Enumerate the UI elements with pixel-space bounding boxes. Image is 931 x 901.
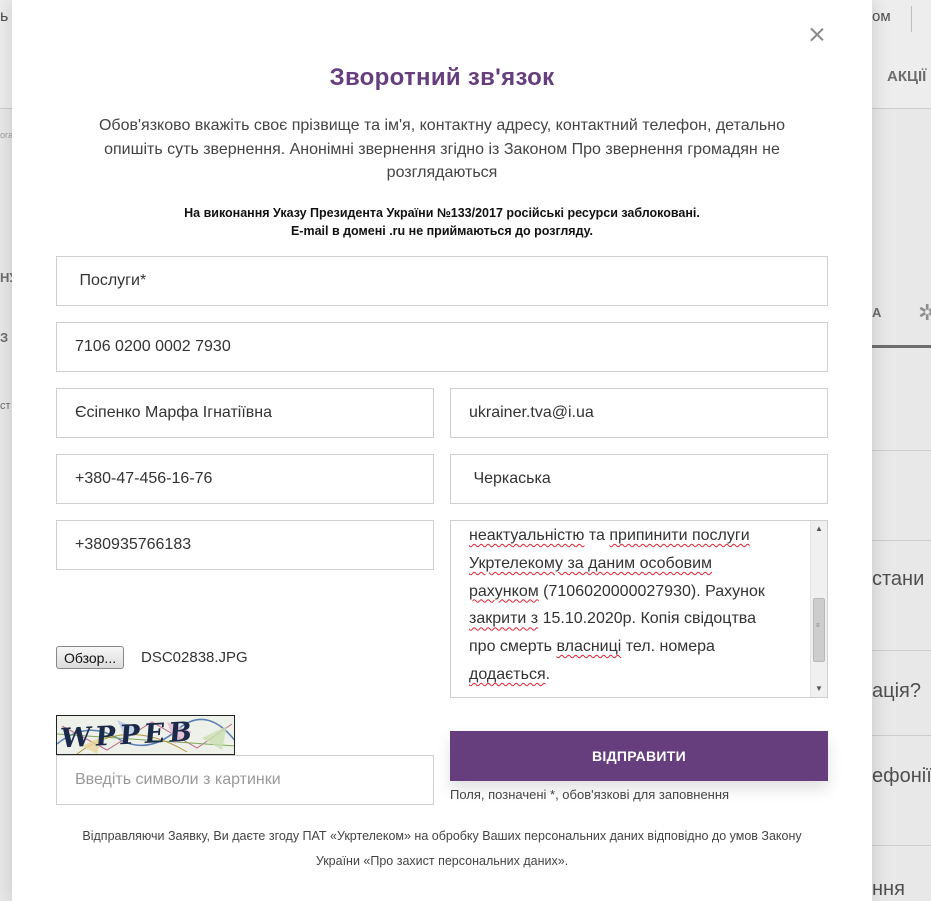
full-name-value: Єсіпенко Марфа Ігнатіївна [75, 404, 273, 421]
message-word: . [545, 665, 551, 683]
message-word: 15.10.2020р. Копія свідоцтва [538, 610, 756, 628]
notice-line-2: E-mail в домені .ru не приймаються до ро… [290, 224, 594, 238]
message-word: тел. номера [621, 638, 715, 656]
ru-domain-notice: На виконання Указу Президента України №1… [72, 204, 812, 240]
consent-text: Відправляючи Заявку, Ви даєте згоду ПАТ … [52, 824, 832, 873]
message-line: неактуальністю та припинити послуги [469, 522, 799, 550]
message-word: Укртелекому за [469, 554, 589, 572]
mobile-phone-value: +380935766183 [75, 536, 192, 553]
message-word: неактуальністю [469, 527, 585, 544]
modal-description: Обов'язково вкажіть своє прізвище та ім'… [98, 117, 785, 181]
account-number-value: 7106 0200 0002 7930 [75, 338, 231, 355]
message-word: рахунком [469, 582, 539, 600]
message-word: даним особовим [588, 554, 713, 572]
required-fields-note: Поля, позначені *, обов'язкові для запов… [450, 787, 730, 802]
scroll-up-arrow-icon[interactable]: ▲ [811, 521, 827, 537]
mobile-phone-input[interactable]: +380935766183 [56, 520, 434, 570]
service-select[interactable]: Послуги* [56, 256, 828, 306]
scroll-down-arrow-icon[interactable]: ▼ [811, 681, 827, 697]
scrollbar-thumb[interactable]: ≡ [813, 598, 825, 662]
account-number-input[interactable]: 7106 0200 0002 7930 [56, 322, 828, 372]
message-line: додається. [469, 661, 799, 689]
message-line: закрити з 15.10.2020р. Копія свідоцтва [469, 605, 799, 633]
modal-title: Зворотний зв'язок [329, 64, 555, 91]
message-word: додається [469, 665, 546, 683]
selected-file-name: DSC02838.JPG [141, 649, 248, 666]
message-word: припинити послуги [609, 527, 750, 544]
message-word: (7106020000027930). Рахунок [538, 582, 765, 600]
message-text: неактуальністю та припинити послуги Укрт… [469, 521, 799, 689]
full-name-input[interactable]: Єсіпенко Марфа Ігнатіївна [56, 388, 434, 438]
consent-line-1: Відправляючи Заявку, Ви даєте згоду ПАТ … [82, 829, 802, 843]
message-scrollbar[interactable]: ▲ ≡ ▼ [810, 521, 827, 697]
close-icon[interactable] [807, 24, 827, 44]
grip-icon: ≡ [816, 623, 820, 629]
message-line: рахунком (7106020000027930). Рахунок [469, 578, 799, 606]
message-word: та [584, 527, 610, 544]
email-input[interactable]: ukrainer.tva@i.ua [450, 388, 828, 438]
captcha-input[interactable]: Введіть символи з картинки [56, 755, 434, 805]
message-textarea[interactable]: неактуальністю та припинити послуги Укрт… [450, 520, 828, 698]
captcha-image: WPPEB [56, 715, 235, 755]
message-line: Укртелекому за даним особовим [469, 550, 799, 578]
email-value: ukrainer.tva@i.ua [469, 404, 594, 421]
phone-input[interactable]: +380-47-456-16-76 [56, 454, 434, 504]
message-word: закрити з [469, 610, 539, 628]
phone-value: +380-47-456-16-76 [75, 470, 213, 487]
submit-button[interactable]: ВІДПРАВИТИ [450, 731, 828, 781]
feedback-modal: Зворотний зв'язок Обов'язково вкажіть св… [12, 0, 872, 901]
captcha-input-placeholder: Введіть символи з картинки [75, 771, 281, 788]
notice-line-1: На виконання Указу Президента України №1… [184, 206, 700, 220]
message-word: про смерть [469, 638, 557, 656]
message-line: про смерть власниці тел. номера [469, 633, 799, 661]
region-select[interactable]: Черкаська [450, 454, 828, 504]
file-browse-button[interactable]: Обзор... [56, 646, 125, 669]
consent-line-2: України «Про захист персональних даних». [315, 853, 569, 868]
region-select-value: Черкаська [469, 470, 551, 487]
message-word: власниці [556, 638, 622, 656]
service-select-value: Послуги* [75, 272, 147, 289]
